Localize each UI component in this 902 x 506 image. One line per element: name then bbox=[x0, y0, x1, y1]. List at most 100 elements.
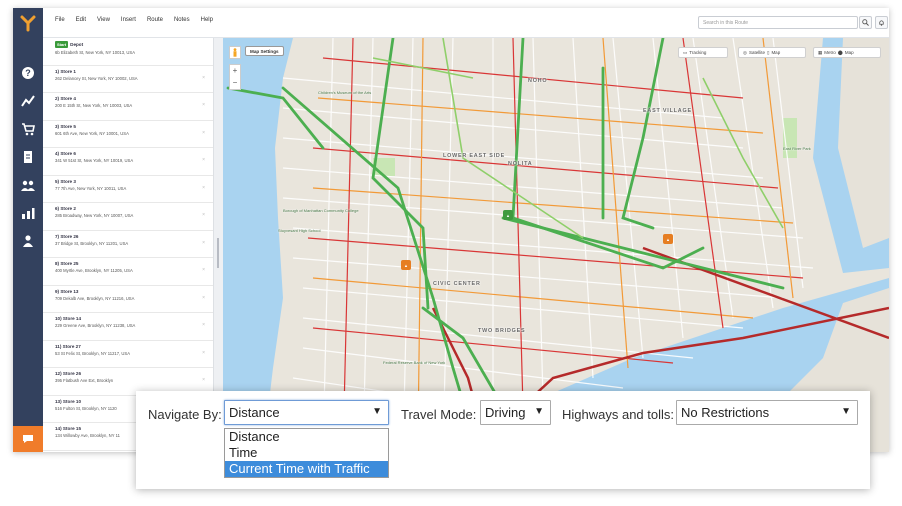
travel-mode-select[interactable]: Driving ▼ bbox=[480, 400, 551, 425]
remove-stop-icon[interactable]: × bbox=[202, 157, 205, 163]
user-icon[interactable] bbox=[19, 232, 37, 250]
stop-item[interactable]: 3) Store 5 601 6th Ave, New York, NY 1000… bbox=[43, 121, 213, 148]
map-type-toggle[interactable]: ◎ Satellite ▯ Map bbox=[738, 47, 806, 58]
stop-address: 262 Delancey St, New York, NY 10002, USA bbox=[55, 75, 138, 81]
street-view-pegman-icon[interactable] bbox=[229, 46, 241, 59]
menu-view[interactable]: View bbox=[97, 17, 110, 23]
stop-title: 5) Store 3 bbox=[55, 178, 76, 184]
resize-handle[interactable] bbox=[217, 238, 219, 268]
remove-stop-icon[interactable]: × bbox=[202, 240, 205, 246]
tracking-button[interactable]: ▭ Tracking bbox=[678, 47, 728, 58]
map-label-federal-reserve: Federal Reserve Bank of New York bbox=[383, 360, 446, 365]
remove-stop-icon[interactable]: × bbox=[202, 130, 205, 136]
pin-icon: ⬤ bbox=[837, 49, 843, 55]
help-icon[interactable]: ? bbox=[19, 64, 37, 82]
menu-insert[interactable]: Insert bbox=[121, 17, 136, 23]
stop-item[interactable]: 6) Store 2 285 Broadway, New York, NY 100… bbox=[43, 203, 213, 231]
remove-stop-icon[interactable]: × bbox=[202, 75, 205, 81]
map-type-label: Map bbox=[771, 50, 781, 55]
map-label-childrens-museum: Children's Museum of the Arts bbox=[318, 90, 372, 95]
routes-icon[interactable] bbox=[19, 92, 37, 110]
stop-address: 285 Broadway, New York, NY 10007, USA bbox=[55, 213, 134, 218]
stop-item[interactable]: 5) Store 3 77 7th Ave, New York, NY 10011… bbox=[43, 176, 213, 203]
team-icon[interactable] bbox=[19, 176, 37, 194]
highways-tolls-value: No Restrictions bbox=[681, 405, 770, 420]
panel-resize-divider[interactable] bbox=[213, 38, 223, 452]
bell-icon[interactable] bbox=[875, 16, 888, 29]
search-input[interactable]: Search in this Route bbox=[698, 16, 858, 29]
chevron-down-icon: ▼ bbox=[534, 406, 544, 417]
navigate-option-distance[interactable]: Distance bbox=[225, 429, 388, 445]
analytics-icon[interactable] bbox=[19, 204, 37, 222]
stop-item[interactable]: 9) Store 13 709 Dekalb Ave, Brooklyn, NY … bbox=[43, 286, 213, 313]
stop-marker[interactable]: ▲ bbox=[401, 260, 411, 270]
remove-stop-icon[interactable]: × bbox=[202, 267, 205, 273]
menu-bar: File Edit View Insert Route Notes Help bbox=[55, 17, 224, 23]
stop-title: 1) Store 1 bbox=[55, 68, 76, 74]
stop-address: 77 7th Ave, New York, NY 10011, USA bbox=[55, 185, 127, 191]
navigate-option-current-time-traffic[interactable]: Current Time with Traffic bbox=[225, 461, 388, 477]
stop-item[interactable]: 7) Store 26 37 Bridge St, Brooklyn, NY 11… bbox=[43, 231, 213, 258]
menu-route[interactable]: Route bbox=[147, 17, 163, 23]
stop-item[interactable]: 8) Store 25 400 Myrtle Ave, Brooklyn, NY … bbox=[43, 258, 213, 286]
remove-stop-icon[interactable]: × bbox=[202, 322, 205, 328]
travel-mode-value: Driving bbox=[485, 405, 526, 420]
map-label-east-river-park: East River Park bbox=[783, 146, 811, 151]
stop-item-depot[interactable]: Start Depot 6b Elizabeth St, New York, NY… bbox=[43, 38, 213, 66]
menu-file[interactable]: File bbox=[55, 17, 65, 23]
menu-notes[interactable]: Notes bbox=[174, 17, 190, 23]
remove-stop-icon[interactable]: × bbox=[202, 212, 205, 218]
remove-stop-icon[interactable]: × bbox=[202, 295, 205, 301]
stop-item[interactable]: 1) Store 1 262 Delancey St, New York, NY … bbox=[43, 66, 213, 93]
remove-stop-icon[interactable]: × bbox=[202, 350, 205, 356]
map-label-nolita: NOLITA bbox=[508, 161, 533, 167]
navigation-options-panel: Navigate By: Distance ▼ Distance Time Cu… bbox=[136, 391, 870, 489]
map-view[interactable]: Map Settings + − ▭ Tracking ◎ Satellite ▯ M… bbox=[223, 38, 889, 452]
stop-title: 8) Store 25 bbox=[55, 261, 79, 266]
metro-map-toggle[interactable]: ▦ Metro ⬤ Map bbox=[813, 47, 881, 58]
stop-address: 53 St Felix St, Brooklyn, NY 11217, USA bbox=[55, 350, 131, 356]
stop-title: 6) Store 2 bbox=[55, 206, 76, 211]
satellite-label: Satellite bbox=[748, 50, 765, 55]
route-stop-list: Start Depot 6b Elizabeth St, New York, NY… bbox=[43, 38, 213, 452]
navigate-by-select[interactable]: Distance ▼ bbox=[224, 400, 389, 425]
menu-edit[interactable]: Edit bbox=[76, 17, 86, 23]
remove-stop-icon[interactable]: × bbox=[202, 102, 205, 108]
stop-address: 709 Dekalb Ave, Brooklyn, NY 11216, USA bbox=[55, 295, 135, 301]
highways-tolls-select[interactable]: No Restrictions ▼ bbox=[676, 400, 858, 425]
zoom-out-button[interactable]: − bbox=[230, 77, 240, 89]
map-settings-button[interactable]: Map Settings bbox=[245, 46, 284, 56]
remove-stop-icon[interactable]: × bbox=[202, 185, 205, 191]
map-label-civic-center: CIVIC CENTER bbox=[433, 281, 481, 287]
app-window: ? File Edit View Insert Route Notes Help… bbox=[13, 8, 889, 452]
stop-item[interactable]: 10) Store 14 229 Greene Ave, Brooklyn, NY… bbox=[43, 313, 213, 341]
remove-stop-icon[interactable]: × bbox=[202, 377, 205, 383]
chevron-down-icon: ▼ bbox=[841, 406, 851, 417]
stop-title: 4) Store 6 bbox=[55, 151, 76, 156]
chat-icon[interactable] bbox=[13, 426, 43, 452]
map-label-stuyvesant: Stuyvesant High School bbox=[278, 228, 321, 233]
stop-title: 3) Store 5 bbox=[55, 123, 76, 129]
cart-icon[interactable] bbox=[19, 120, 37, 138]
metro-label: Metro bbox=[824, 50, 836, 55]
search-icon[interactable] bbox=[859, 16, 872, 29]
stop-marker[interactable]: ▲ bbox=[663, 234, 673, 244]
map-pin-label: Map bbox=[844, 50, 854, 55]
tracking-label: Tracking bbox=[689, 50, 707, 55]
depot-marker[interactable]: ▲ bbox=[503, 210, 513, 220]
route4me-logo-icon[interactable] bbox=[13, 8, 43, 38]
stop-item[interactable]: 4) Store 6 341 W 51st St, New York, NY 10… bbox=[43, 148, 213, 176]
navigate-option-time[interactable]: Time bbox=[225, 445, 388, 461]
stop-address: 37 Bridge St, Brooklyn, NY 11201, USA bbox=[55, 240, 129, 246]
stop-title: 7) Store 26 bbox=[55, 233, 79, 239]
tracking-icon: ▭ bbox=[683, 49, 688, 55]
menu-help[interactable]: Help bbox=[201, 17, 213, 23]
stop-address: 395 Flatbush Ave Ext, Brooklyn bbox=[55, 378, 114, 383]
map-canvas[interactable] bbox=[223, 38, 889, 452]
stop-item[interactable]: 2) Store 4 200 E 15th St, New York, NY 10… bbox=[43, 93, 213, 121]
stop-item[interactable]: 11) Store 27 53 St Felix St, Brooklyn, NY… bbox=[43, 341, 213, 368]
document-icon[interactable] bbox=[19, 148, 37, 166]
zoom-in-button[interactable]: + bbox=[230, 65, 240, 77]
stop-address: 400 Myrtle Ave, Brooklyn, NY 11205, USA bbox=[55, 268, 133, 273]
map-label-lower-east-side: LOWER EAST SIDE bbox=[443, 153, 506, 159]
